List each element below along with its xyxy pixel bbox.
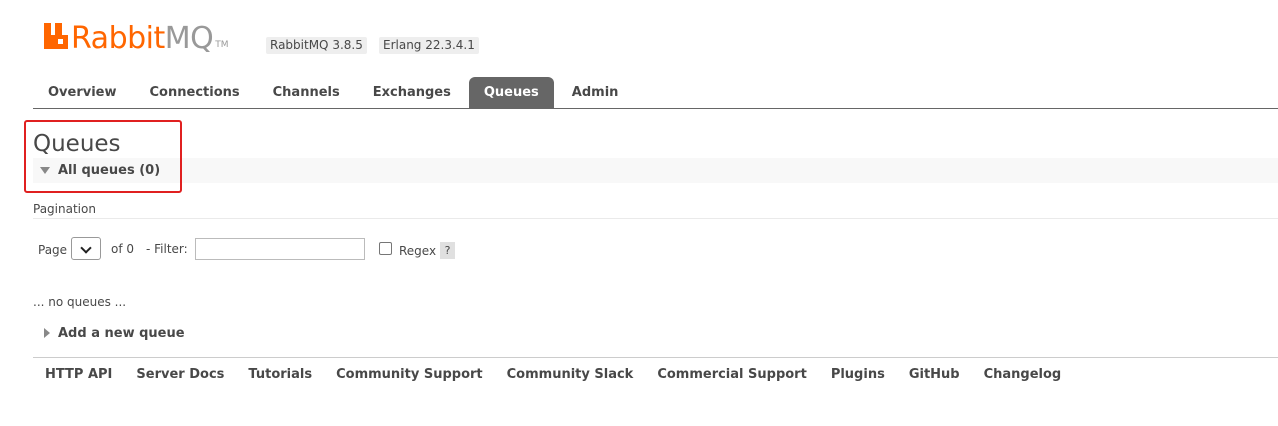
triangle-right-icon[interactable] bbox=[44, 328, 50, 338]
header: Rabbit MQ TM RabbitMQ 3.8.5 Erlang 22.3.4.… bbox=[0, 0, 1278, 110]
page-count-label: of 0 bbox=[111, 242, 135, 256]
erlang-version-badge: Erlang 22.3.4.1 bbox=[379, 37, 479, 54]
footer-link-github[interactable]: GitHub bbox=[897, 366, 972, 383]
regex-help-button[interactable]: ? bbox=[440, 242, 455, 259]
add-queue-section-label[interactable]: Add a new queue bbox=[58, 325, 185, 342]
tab-exchanges[interactable]: Exchanges bbox=[358, 77, 466, 109]
footer-link-server-docs[interactable]: Server Docs bbox=[124, 366, 236, 383]
filter-input[interactable] bbox=[195, 238, 365, 260]
footer-link-community-support[interactable]: Community Support bbox=[324, 366, 495, 383]
page-label: Page bbox=[38, 243, 68, 257]
pagination-divider bbox=[33, 218, 1278, 219]
filter-label: - Filter: bbox=[146, 242, 188, 256]
footer-link-http-api[interactable]: HTTP API bbox=[33, 366, 124, 383]
rabbitmq-logo[interactable]: Rabbit MQ TM bbox=[44, 18, 229, 54]
footer-link-plugins[interactable]: Plugins bbox=[819, 366, 897, 383]
all-queues-section-header[interactable] bbox=[33, 158, 1278, 183]
rabbitmq-version-badge: RabbitMQ 3.8.5 bbox=[266, 37, 367, 54]
regex-label: Regex bbox=[399, 244, 437, 258]
footer-links: HTTP API Server Docs Tutorials Community… bbox=[33, 366, 1073, 383]
tab-connections[interactable]: Connections bbox=[135, 77, 255, 109]
tab-admin[interactable]: Admin bbox=[557, 77, 634, 109]
pagination-label: Pagination bbox=[33, 202, 96, 216]
tab-channels[interactable]: Channels bbox=[258, 77, 355, 109]
logo-text-rabbit: Rabbit bbox=[71, 21, 165, 56]
tabs-divider bbox=[33, 108, 1278, 109]
annotation-highlight-box bbox=[24, 120, 182, 193]
page-select[interactable] bbox=[71, 237, 101, 260]
tab-queues[interactable]: Queues bbox=[468, 77, 554, 109]
footer-link-tutorials[interactable]: Tutorials bbox=[236, 366, 324, 383]
footer-link-community-slack[interactable]: Community Slack bbox=[495, 366, 646, 383]
no-queues-message: ... no queues ... bbox=[33, 295, 127, 309]
footer-divider bbox=[33, 357, 1278, 358]
main-tabs: Overview Connections Channels Exchanges … bbox=[33, 77, 636, 109]
logo-trademark: TM bbox=[215, 40, 229, 50]
chevron-down-icon bbox=[80, 242, 92, 254]
footer-link-commercial-support[interactable]: Commercial Support bbox=[645, 366, 819, 383]
rabbitmq-logo-icon bbox=[44, 23, 68, 49]
tab-overview[interactable]: Overview bbox=[33, 77, 132, 109]
logo-text-mq: MQ bbox=[164, 21, 214, 56]
footer-link-changelog[interactable]: Changelog bbox=[972, 366, 1074, 383]
regex-checkbox[interactable] bbox=[379, 242, 392, 255]
